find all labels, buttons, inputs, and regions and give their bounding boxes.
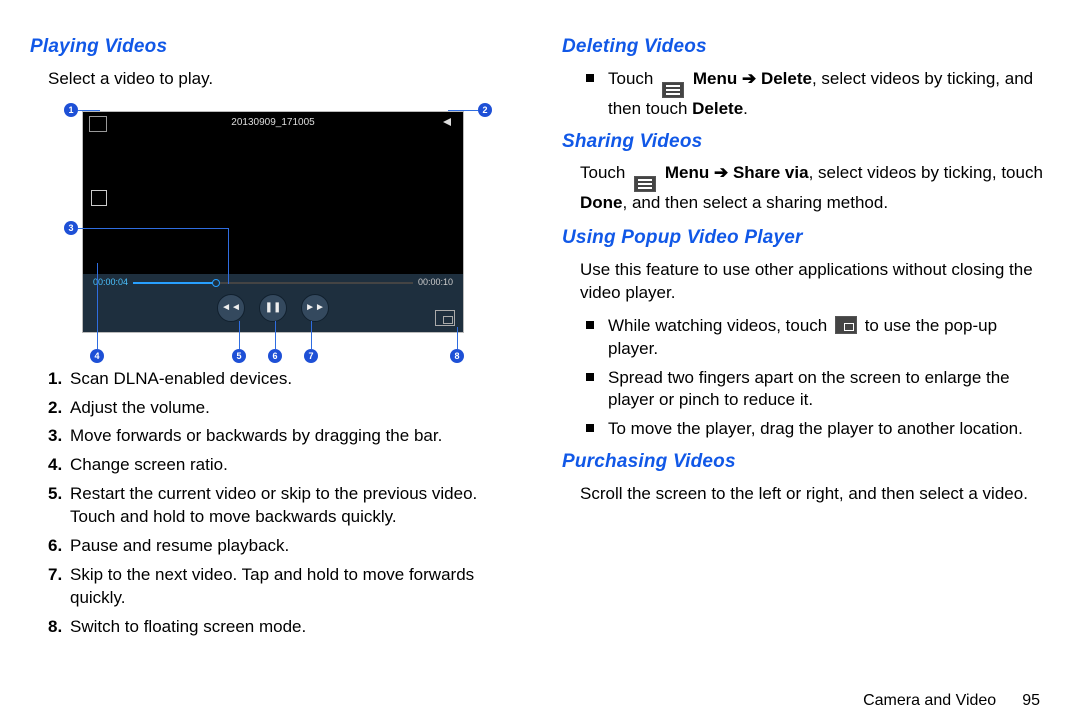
callout-3: 3	[64, 221, 78, 235]
arrow-icon: ➔	[714, 163, 728, 182]
page-number: 95	[1022, 690, 1040, 712]
menu-icon	[634, 176, 656, 192]
text: Touch	[608, 69, 653, 88]
next-icon: ►►	[301, 294, 329, 322]
play-controls: ◄◄ ❚❚ ►►	[83, 294, 463, 322]
time-total: 00:00:10	[418, 276, 453, 288]
screen-ratio-icon	[91, 190, 107, 206]
video-diagram: 1 2 3 4 5 6 7 8 20130909_171005	[68, 101, 488, 356]
video-player-mock: 20130909_171005 00:00:04 00:00:10 ◄◄ ❚❚ …	[82, 111, 464, 333]
right-column: Deleting Videos Touch Menu ➔ Delete, sel…	[540, 30, 1050, 680]
menu-label: Menu	[693, 69, 737, 88]
float-mode-icon	[435, 310, 455, 326]
lead-8	[457, 327, 458, 349]
heading-sharing-videos: Sharing Videos	[562, 129, 1050, 155]
page: Playing Videos Select a video to play. 1…	[0, 0, 1080, 690]
lead-6	[275, 321, 276, 349]
heading-popup-player: Using Popup Video Player	[562, 225, 1050, 251]
text: Touch	[580, 163, 625, 182]
done-label: Done	[580, 193, 623, 212]
deleting-bullet: Touch Menu ➔ Delete, select videos by ti…	[582, 68, 1050, 121]
callout-6: 6	[268, 349, 282, 363]
text: , and then select a sharing method.	[623, 193, 889, 212]
purchasing-para: Scroll the screen to the left or right, …	[580, 483, 1050, 506]
footer: Camera and Video 95	[0, 690, 1080, 712]
lead-3h	[78, 228, 228, 229]
share-via-label: Share via	[733, 163, 809, 182]
popup-bullets: While watching videos, touch to use the …	[582, 315, 1050, 442]
playing-intro: Select a video to play.	[48, 68, 518, 91]
time-elapsed: 00:00:04	[93, 276, 128, 288]
list-item: Adjust the volume.	[48, 397, 518, 420]
list-item: Switch to floating screen mode.	[48, 616, 518, 639]
text: While watching videos, touch	[608, 316, 827, 335]
delete-label-2: Delete	[692, 99, 743, 118]
video-title: 20130909_171005	[231, 116, 314, 130]
lead-2	[448, 110, 478, 111]
list-item: Restart the current video or skip to the…	[48, 483, 518, 529]
lead-3v	[228, 228, 229, 284]
video-top-bar: 20130909_171005	[83, 112, 463, 134]
lead-5	[239, 321, 240, 349]
callout-1: 1	[64, 103, 78, 117]
popup-bullet-1: While watching videos, touch to use the …	[582, 315, 1050, 361]
list-item: Scan DLNA-enabled devices.	[48, 368, 518, 391]
list-item: Pause and resume playback.	[48, 535, 518, 558]
list-item: Change screen ratio.	[48, 454, 518, 477]
callout-4: 4	[90, 349, 104, 363]
text: , select videos by ticking, touch	[809, 163, 1043, 182]
pause-icon: ❚❚	[259, 294, 287, 322]
deleting-bullets: Touch Menu ➔ Delete, select videos by ti…	[582, 68, 1050, 121]
sharing-para: Touch Menu ➔ Share via, select videos by…	[580, 162, 1050, 215]
lead-4	[97, 263, 98, 349]
prev-icon: ◄◄	[217, 294, 245, 322]
callout-8: 8	[450, 349, 464, 363]
video-surface	[83, 134, 463, 274]
volume-icon	[443, 116, 457, 128]
callout-5: 5	[232, 349, 246, 363]
menu-label: Menu	[665, 163, 709, 182]
delete-label: Delete	[761, 69, 812, 88]
lead-1	[78, 110, 100, 111]
video-controls-bar: 00:00:04 00:00:10 ◄◄ ❚❚ ►►	[83, 274, 463, 332]
left-column: Playing Videos Select a video to play. 1…	[30, 30, 540, 680]
playing-numbered-list: Scan DLNA-enabled devices. Adjust the vo…	[48, 368, 518, 639]
popup-player-icon	[835, 316, 857, 334]
popup-intro: Use this feature to use other applicatio…	[580, 259, 1050, 305]
heading-playing-videos: Playing Videos	[30, 34, 518, 60]
menu-icon	[662, 82, 684, 98]
list-item: Move forwards or backwards by dragging t…	[48, 425, 518, 448]
callout-7: 7	[304, 349, 318, 363]
heading-purchasing-videos: Purchasing Videos	[562, 449, 1050, 475]
lead-7	[311, 321, 312, 349]
chapter-name: Camera and Video	[863, 690, 996, 712]
seek-bar	[133, 282, 413, 284]
dlna-icon	[89, 116, 107, 132]
arrow-icon: ➔	[742, 69, 756, 88]
popup-bullet-3: To move the player, drag the player to a…	[582, 418, 1050, 441]
callout-2: 2	[478, 103, 492, 117]
popup-bullet-2: Spread two fingers apart on the screen t…	[582, 367, 1050, 413]
list-item: Skip to the next video. Tap and hold to …	[48, 564, 518, 610]
heading-deleting-videos: Deleting Videos	[562, 34, 1050, 60]
